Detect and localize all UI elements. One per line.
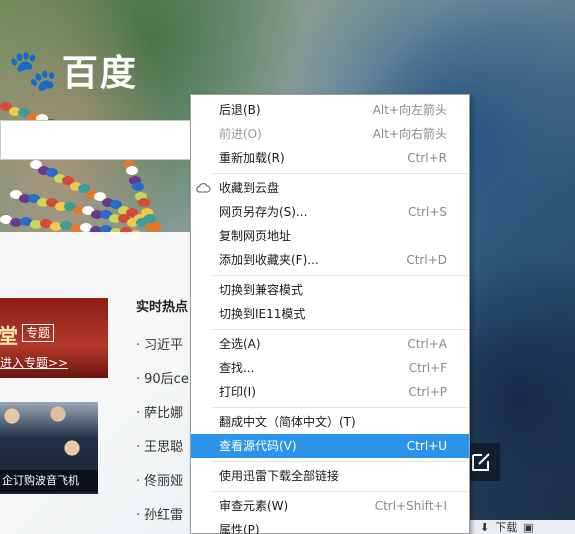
menu-item-shortcut: Ctrl+Shift+I	[374, 499, 447, 513]
hot-news-item[interactable]: · 习近平	[136, 334, 183, 353]
menu-item[interactable]: 重新加载(R) Ctrl+R	[191, 146, 469, 170]
bead	[126, 166, 138, 175]
edit-icon	[472, 453, 490, 471]
bead	[144, 214, 156, 223]
hot-news-item-label: 王思聪	[144, 440, 184, 455]
menu-item-label: 打印(I)	[219, 385, 256, 399]
menu-item[interactable]: 复制网页地址	[191, 224, 469, 248]
menu-item-label: 使用迅雷下载全部链接	[219, 469, 340, 483]
bullet-icon: ·	[136, 338, 141, 353]
news-caption[interactable]: 企订购波音飞机	[0, 470, 98, 492]
menu-item-label: 收藏到云盘	[219, 181, 280, 195]
hot-news-item-label: 习近平	[144, 338, 184, 353]
menu-item[interactable]: 切换到IE11模式	[191, 302, 469, 326]
context-menu: 后退(B) Alt+向左箭头前进(O) Alt+向右箭头重新加载(R) Ctrl+R 收…	[190, 94, 470, 534]
download-label[interactable]: 下载	[495, 519, 517, 534]
menu-item[interactable]: 前进(O) Alt+向右箭头	[191, 122, 469, 146]
menu-item-shortcut: Ctrl+F	[408, 361, 447, 375]
menu-item-shortcut: Ctrl+D	[406, 253, 447, 267]
menu-item-label: 审查元素(W)	[219, 499, 289, 513]
baidu-logo-text: 百度	[61, 53, 138, 94]
hot-news-item-label: 萨比娜	[144, 406, 184, 421]
hot-news-item-label: 孙红雷	[144, 508, 184, 523]
hot-news-item[interactable]: · 王思聪	[136, 436, 183, 455]
menu-item-shortcut: Ctrl+P	[408, 385, 447, 399]
menu-item[interactable]: 打印(I) Ctrl+P	[191, 380, 469, 404]
menu-separator	[213, 491, 467, 492]
bullet-icon: ·	[136, 508, 141, 523]
bullet-icon: ·	[136, 372, 141, 387]
menu-item[interactable]: 添加到收藏夹(F)... Ctrl+D	[191, 248, 469, 272]
baidu-logo[interactable]: 🐾 百度	[8, 44, 138, 96]
menu-item-shortcut: Ctrl+S	[407, 205, 447, 219]
hot-news-item-label: 佟丽娅	[144, 474, 184, 489]
feature-title: 堂	[0, 324, 18, 348]
feature-tag: 专题	[22, 324, 55, 342]
hot-news-item[interactable]: · 90后ce	[136, 368, 189, 387]
menu-item[interactable]: 属性(P)	[191, 518, 469, 534]
feature-link[interactable]: 进入专题>>	[0, 354, 68, 371]
menu-item-label: 添加到收藏夹(F)...	[219, 253, 319, 267]
download-arrow-icon[interactable]: ⬇	[480, 521, 489, 534]
menu-item-label: 查看源代码(V)	[219, 439, 297, 453]
menu-item-label: 切换到IE11模式	[219, 307, 306, 321]
menu-separator	[213, 407, 467, 408]
menu-separator	[213, 275, 467, 276]
menu-item[interactable]: 审查元素(W) Ctrl+Shift+I	[191, 494, 469, 518]
menu-item-label: 切换到兼容模式	[219, 283, 304, 297]
menu-item[interactable]: 收藏到云盘	[191, 176, 469, 200]
menu-item-shortcut: Alt+向右箭头	[372, 127, 447, 141]
menu-item-label: 查找...	[219, 361, 255, 375]
menu-item[interactable]: 全选(A) Ctrl+A	[191, 332, 469, 356]
status-bar: ⬇ 下载 ▣	[470, 520, 575, 534]
hot-news-title: 实时热点	[136, 300, 189, 315]
menu-item[interactable]: 切换到兼容模式	[191, 278, 469, 302]
baidu-paw-icon: 🐾	[8, 47, 60, 94]
menu-item-label: 全选(A)	[219, 337, 261, 351]
cloud-icon	[196, 183, 211, 193]
menu-item[interactable]: 后退(B) Alt+向左箭头	[191, 98, 469, 122]
bead	[138, 198, 150, 207]
search-input[interactable]	[0, 120, 200, 160]
menu-item-shortcut: Ctrl+U	[406, 439, 447, 453]
bullet-icon: ·	[136, 406, 141, 421]
menu-item-shortcut: Alt+向左箭头	[372, 103, 447, 117]
menu-item-shortcut: Ctrl+R	[407, 151, 447, 165]
window-icon[interactable]: ▣	[523, 521, 533, 534]
menu-item[interactable]: 网页另存为(S)... Ctrl+S	[191, 200, 469, 224]
hot-news-item[interactable]: · 萨比娜	[136, 402, 183, 421]
menu-separator	[213, 173, 467, 174]
menu-separator	[213, 329, 467, 330]
menu-separator	[213, 461, 467, 462]
menu-item-label: 复制网页地址	[219, 229, 292, 243]
menu-item[interactable]: 查看源代码(V) Ctrl+U	[191, 434, 469, 458]
menu-item-label: 属性(P)	[219, 523, 260, 534]
menu-item-label: 重新加载(R)	[219, 151, 285, 165]
menu-item-label: 后退(B)	[219, 103, 261, 117]
bead	[132, 182, 144, 191]
menu-item-shortcut: Ctrl+A	[407, 337, 447, 351]
hot-news-item-label: 90后ce	[144, 372, 189, 387]
menu-item[interactable]: 查找... Ctrl+F	[191, 356, 469, 380]
menu-item-label: 前进(O)	[219, 127, 262, 141]
menu-item-label: 翻成中文（简体中文）(T)	[219, 415, 356, 429]
menu-item-label: 网页另存为(S)...	[219, 205, 308, 219]
bullet-icon: ·	[136, 440, 141, 455]
menu-item[interactable]: 使用迅雷下载全部链接	[191, 464, 469, 488]
hot-news-item[interactable]: · 佟丽娅	[136, 470, 183, 489]
menu-item[interactable]: 翻成中文（简体中文）(T)	[191, 410, 469, 434]
hot-news-item[interactable]: · 孙红雷	[136, 504, 183, 523]
bullet-icon: ·	[136, 474, 141, 489]
